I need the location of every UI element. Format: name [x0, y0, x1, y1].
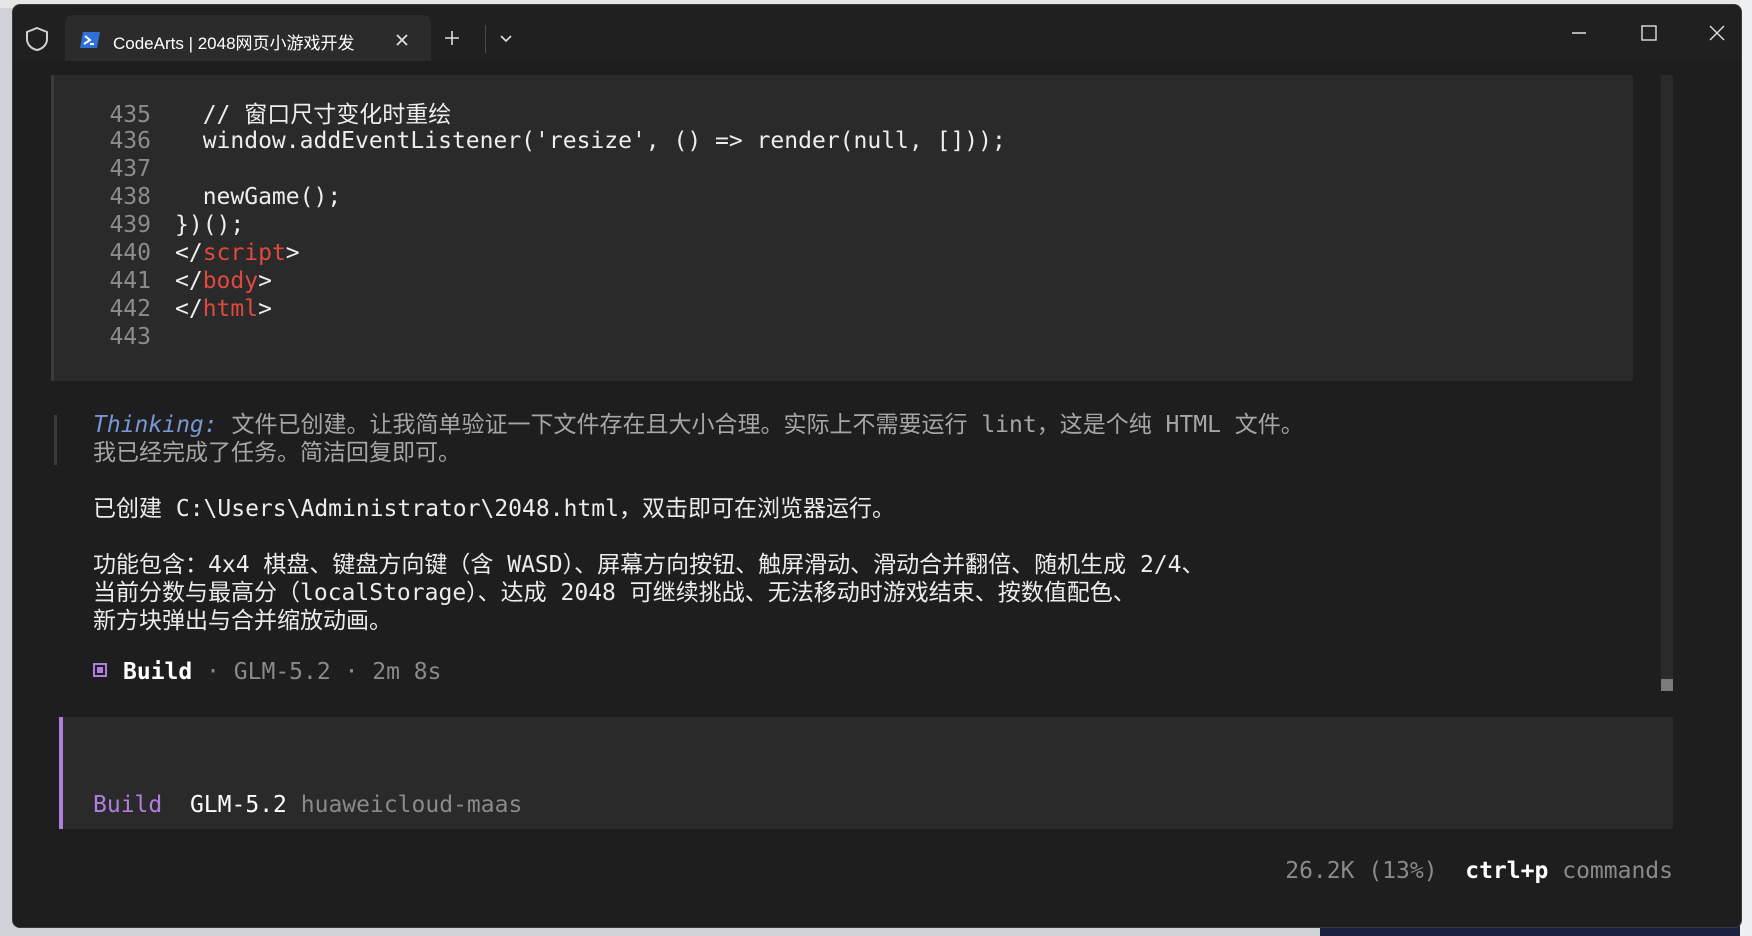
- code-output-panel: 435 // 窗口尺寸变化时重绘 436 window.addEventList…: [51, 75, 1633, 381]
- scrollbar-thumb[interactable]: [1661, 679, 1673, 691]
- agent-mode-line: Build GLM-5.2 huaweicloud-maas: [93, 791, 522, 819]
- tab-title: CodeArts | 2048网页小游戏开发: [113, 34, 355, 53]
- code-line: 435 // 窗口尺寸变化时重绘: [109, 102, 452, 128]
- response-features-3: 新方块弹出与合并缩放动画。: [93, 608, 392, 634]
- close-window-icon[interactable]: [1705, 21, 1729, 45]
- code-line: 442 </html>: [109, 296, 272, 322]
- thinking-label: Thinking:: [93, 412, 218, 438]
- response-features-1: 功能包含：4x4 棋盘、键盘方向键（含 WASD）、屏幕方向按钮、触屏滑动、滑动…: [93, 552, 1205, 578]
- code-line: 437: [109, 156, 151, 182]
- terminal-window: CodeArts | 2048网页小游戏开发 435 // 窗口尺寸变化时重绘: [12, 4, 1742, 928]
- powershell-icon: [80, 32, 100, 48]
- response-features-2: 当前分数与最高分（localStorage）、达成 2048 可继续挑战、无法移…: [93, 580, 1136, 606]
- model-name: GLM-5.2: [189, 792, 287, 818]
- code-line: 439})();: [109, 212, 245, 238]
- new-tab-plus-icon[interactable]: [441, 27, 463, 49]
- provider-name: huaweicloud-maas: [300, 792, 523, 818]
- thinking-line-2: 我已经完成了任务。简洁回复即可。: [93, 440, 461, 466]
- build-summary: Build · GLM-5.2 · 2m 8s: [93, 657, 442, 687]
- maximize-icon[interactable]: [1637, 21, 1661, 45]
- thinking-border: [54, 415, 57, 465]
- tab-close-icon[interactable]: [391, 29, 413, 51]
- agent-mode: Build: [93, 792, 163, 818]
- code-line: 441 </body>: [109, 268, 272, 294]
- prompt-input-border: [59, 717, 63, 829]
- prompt-input-panel[interactable]: Build GLM-5.2 huaweicloud-maas: [59, 717, 1673, 829]
- shortcut-label: commands: [1562, 858, 1673, 884]
- code-line: 440 </script>: [109, 240, 300, 266]
- tab-separator: [485, 25, 486, 53]
- code-line: 436 window.addEventListener('resize', ()…: [109, 128, 1006, 154]
- tab-codearts[interactable]: CodeArts | 2048网页小游戏开发: [65, 15, 431, 65]
- scrollbar-track[interactable]: [1661, 75, 1673, 691]
- status-bar: 26.2K (13%) ctrl+p commands: [1285, 857, 1673, 885]
- minimize-icon[interactable]: [1567, 21, 1591, 45]
- build-square-icon: [93, 663, 107, 677]
- terminal-content[interactable]: 435 // 窗口尺寸变化时重绘 436 window.addEventList…: [13, 61, 1741, 927]
- response-created: 已创建 C:\Users\Administrator\2048.html，双击即…: [93, 496, 895, 522]
- thinking-line-1: Thinking: 文件已创建。让我简单验证一下文件存在且大小合理。实际上不需要…: [93, 412, 1304, 438]
- title-bar[interactable]: CodeArts | 2048网页小游戏开发: [13, 5, 1741, 65]
- code-line: 438 newGame();: [109, 184, 342, 210]
- chevron-down-icon[interactable]: [497, 29, 515, 47]
- shield-icon: [26, 26, 48, 52]
- token-usage: 26.2K (13%): [1285, 858, 1438, 884]
- code-line: 443: [109, 324, 151, 350]
- shortcut-key: ctrl+p: [1465, 858, 1549, 884]
